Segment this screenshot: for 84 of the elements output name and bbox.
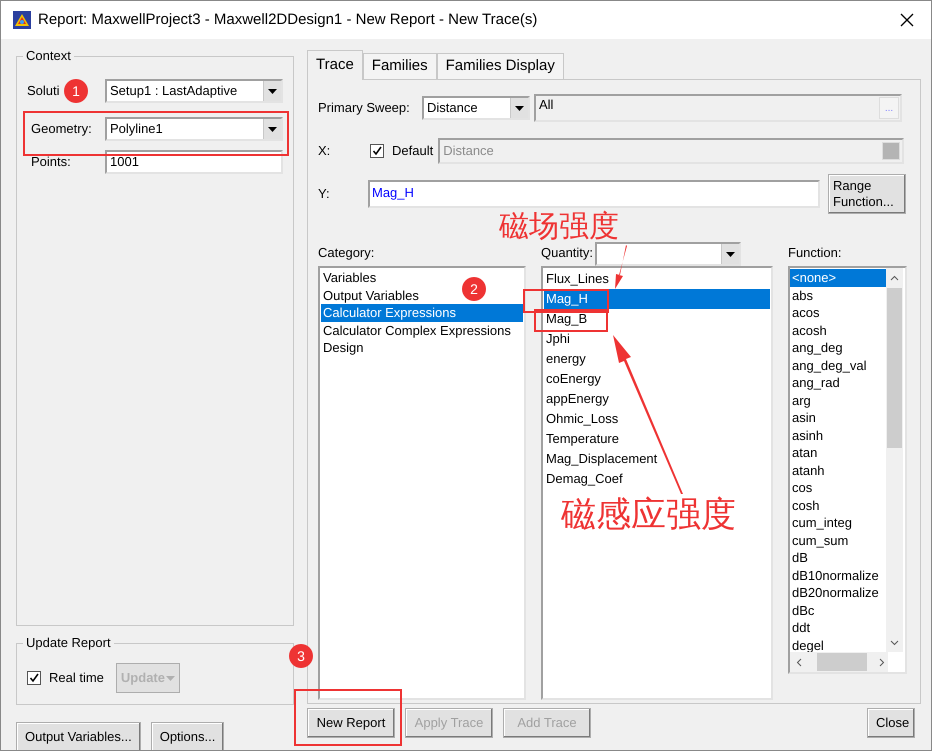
range-field: All ... [534, 94, 902, 122]
function-item[interactable]: degel [790, 636, 886, 654]
function-item[interactable]: arg [790, 392, 886, 409]
function-item[interactable]: cum_integ [790, 514, 886, 532]
function-item[interactable]: dB10normalize [790, 566, 886, 584]
dialog-button[interactable]: Options... [150, 722, 224, 750]
field-label: X: [318, 142, 332, 160]
function-item[interactable]: acosh [790, 322, 886, 339]
list-label: Function: [788, 244, 842, 262]
annotation-note: 磁感应强度 [561, 495, 736, 535]
checkbox[interactable] [27, 671, 41, 685]
points-field[interactable]: 1001 [105, 150, 283, 174]
app-logo-icon [13, 11, 31, 29]
quantity-item[interactable]: appEnergy [544, 389, 611, 409]
scrollbar-thumb[interactable] [817, 653, 867, 671]
x-field-button[interactable] [882, 142, 900, 160]
function-item[interactable]: ang_rad [790, 374, 886, 392]
quantity-item[interactable]: Mag_B [544, 309, 590, 329]
window-title: Report: MaxwellProject3 - Maxwell2DDesign1 - New Report - New Trace(s) [38, 10, 538, 30]
quantity-item[interactable]: Mag_H [544, 289, 770, 309]
scroll-left-icon[interactable] [796, 658, 802, 666]
close-button[interactable]: Close [867, 708, 915, 738]
scroll-up-icon[interactable] [890, 275, 899, 281]
checkbox[interactable] [370, 144, 384, 158]
step-marker: 1 [64, 79, 88, 103]
list-label: Category: [318, 244, 376, 262]
checkbox-label: Default [392, 142, 434, 160]
caret-icon [166, 676, 175, 680]
range-function-button[interactable]: Range Function... [828, 174, 906, 214]
function-item[interactable]: cum_sum [790, 532, 886, 549]
solution-dropdown[interactable]: Setup1 : LastAdaptive [105, 79, 283, 103]
category-item[interactable]: Calculator Expressions [321, 304, 523, 322]
scroll-right-icon[interactable] [879, 658, 885, 666]
category-item[interactable]: Variables [321, 269, 378, 286]
function-item[interactable]: asinh [790, 426, 886, 444]
annotation-note: 磁场强度 [499, 210, 619, 244]
dialog-button[interactable]: New Report [307, 708, 395, 738]
category-item[interactable]: Output Variables [321, 286, 421, 304]
step-marker: 3 [289, 644, 313, 668]
quantity-item[interactable]: energy [544, 349, 588, 369]
vertical-scrollbar[interactable] [886, 268, 903, 652]
horizontal-scrollbar[interactable] [790, 652, 888, 672]
function-item[interactable]: abs [790, 286, 886, 304]
x-field: Distance [438, 138, 904, 164]
function-item[interactable]: cos [790, 479, 886, 496]
function-item[interactable]: ang_deg [790, 339, 886, 356]
checkbox-label: Real time [49, 669, 104, 688]
category-item[interactable]: Calculator Complex Expressions [321, 322, 513, 339]
scroll-down-icon[interactable] [890, 640, 899, 646]
tab[interactable]: Trace [307, 50, 363, 80]
dialog-button[interactable]: Output Variables... [16, 722, 141, 750]
quantity-item[interactable]: Temperature [544, 429, 621, 449]
function-item[interactable]: asin [790, 409, 886, 426]
geometry-dropdown[interactable]: Polyline1 [105, 117, 283, 141]
quantity-item[interactable]: Jphi [544, 329, 572, 349]
y-field[interactable]: Mag_H [368, 180, 820, 208]
field-label: Points: [31, 153, 72, 172]
field-label: Y: [318, 185, 331, 204]
quantity-item[interactable]: Ohmic_Loss [544, 409, 620, 429]
function-item[interactable]: atanh [790, 462, 886, 479]
primary-sweep-dropdown[interactable]: Distance [422, 96, 530, 120]
function-item[interactable]: acos [790, 304, 886, 322]
function-item[interactable]: <none> [790, 269, 886, 286]
quantity-item[interactable]: Mag_Displacement [544, 449, 660, 469]
tab[interactable]: Families [362, 53, 437, 79]
list-label: Quantity: [541, 244, 594, 262]
function-item[interactable]: dB20normalize [790, 584, 886, 602]
function-item[interactable]: atan [790, 444, 886, 462]
quantity-item[interactable]: Flux_Lines [544, 269, 611, 289]
quantity-item[interactable]: Demag_Coef [544, 469, 625, 489]
function-item[interactable]: dB [790, 549, 886, 566]
group-legend: Update Report [23, 635, 114, 651]
scrollbar-thumb[interactable] [887, 288, 902, 448]
arrow-icon [613, 245, 627, 289]
tab[interactable]: Families Display [436, 53, 564, 79]
field-label: Primary Sweep: [318, 99, 411, 118]
quantity-item[interactable]: coEnergy [544, 369, 603, 389]
field-label: Soluti [27, 83, 60, 98]
category-item[interactable]: Design [321, 339, 366, 356]
function-item[interactable]: ddt [790, 619, 886, 636]
function-item[interactable]: cosh [790, 496, 886, 514]
field-label: Geometry: [31, 120, 93, 138]
function-item[interactable]: ang_deg_val [790, 356, 886, 374]
function-item[interactable]: dBc [790, 602, 886, 619]
